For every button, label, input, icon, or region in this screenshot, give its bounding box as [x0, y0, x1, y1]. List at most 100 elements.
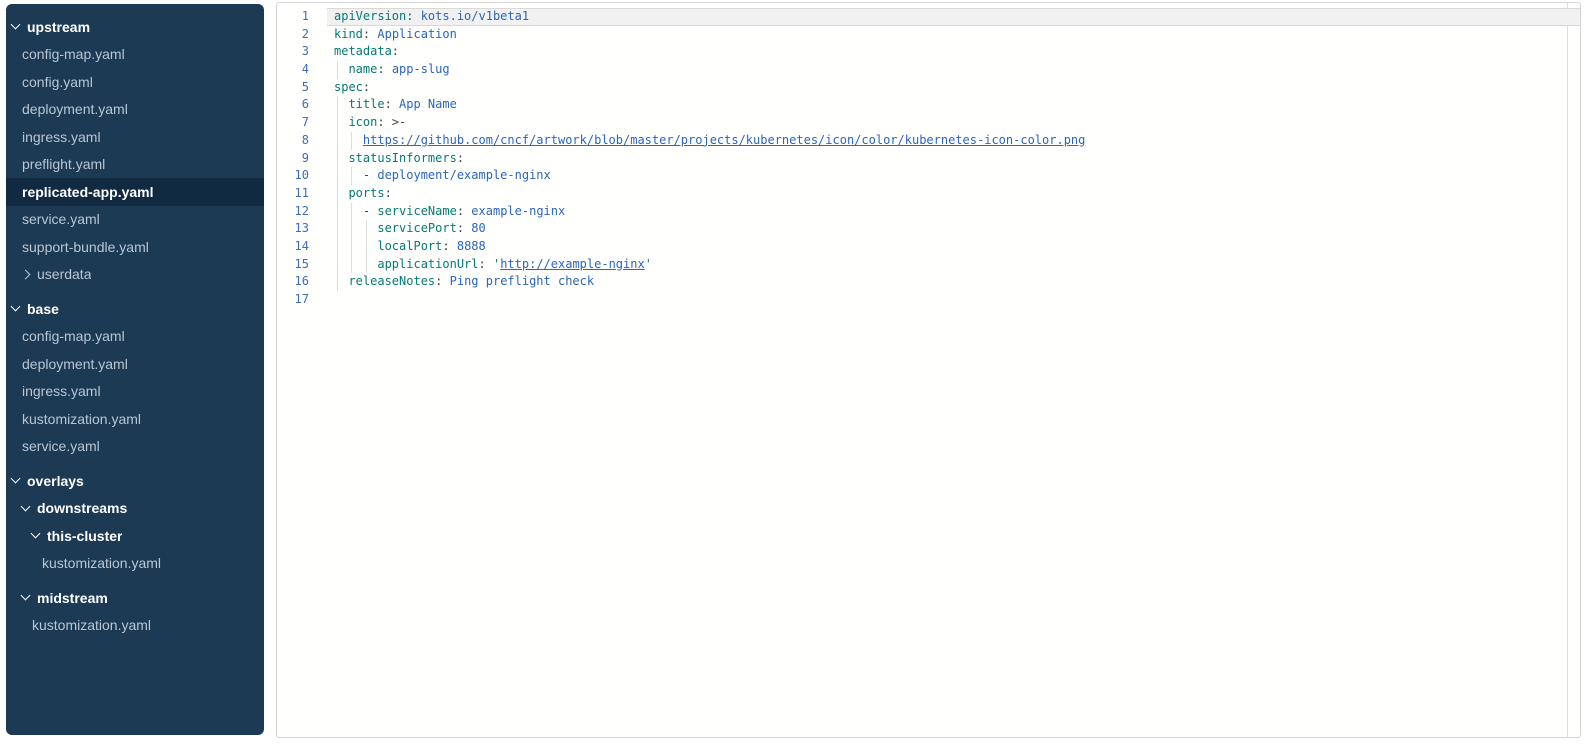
tree-file-kustomization.yaml[interactable]: kustomization.yaml — [6, 405, 264, 433]
chevron-down-icon — [21, 591, 31, 601]
indent-guide — [334, 238, 348, 256]
code-line-content[interactable]: statusInformers: — [327, 150, 1580, 168]
tree-folder-userdata[interactable]: userdata — [6, 261, 264, 289]
token-p: : — [363, 80, 370, 94]
token-key: applicationUrl — [377, 257, 478, 271]
indent-guide — [348, 203, 362, 221]
line-number: 14 — [277, 238, 327, 256]
line-number: 11 — [277, 185, 327, 203]
tree-file-config-map.yaml[interactable]: config-map.yaml — [6, 323, 264, 351]
code-line: 11ports: — [277, 185, 1580, 203]
token-p: - — [363, 204, 377, 218]
code-line-content[interactable]: servicePort: 80 — [327, 220, 1580, 238]
url-link[interactable]: https://github.com/cncf/artwork/blob/mas… — [363, 133, 1085, 147]
tree-item-label: downstreams — [37, 500, 127, 516]
tree-file-config-map.yaml[interactable]: config-map.yaml — [6, 41, 264, 69]
code-line-content[interactable] — [327, 291, 1580, 309]
token-key: title — [348, 97, 384, 111]
tree-folder-overlays[interactable]: overlays — [6, 467, 264, 495]
line-number: 7 — [277, 114, 327, 132]
tree-file-deployment.yaml[interactable]: deployment.yaml — [6, 96, 264, 124]
code-line-content[interactable]: localPort: 8888 — [327, 238, 1580, 256]
code-line-content[interactable]: name: app-slug — [327, 61, 1580, 79]
token-str: ' — [645, 257, 652, 271]
token-p: : — [442, 239, 449, 253]
token-key: ports — [348, 186, 384, 200]
tree-file-replicated-app.yaml[interactable]: replicated-app.yaml — [6, 178, 264, 206]
tree-item-label: support-bundle.yaml — [22, 239, 149, 255]
code-editor[interactable]: 1apiVersion: kots.io/v1beta12kind: Appli… — [276, 2, 1581, 738]
code-line-content[interactable]: apiVersion: kots.io/v1beta1 — [327, 8, 1580, 26]
code-lines: 1apiVersion: kots.io/v1beta12kind: Appli… — [277, 3, 1580, 309]
line-number: 10 — [277, 167, 327, 185]
token-p: : >- — [377, 115, 406, 129]
chevron-down-icon — [11, 302, 21, 312]
indent-guide — [334, 203, 348, 221]
tree-folder-downstreams[interactable]: downstreams — [6, 495, 264, 523]
code-line-content[interactable]: - serviceName: example-nginx — [327, 203, 1580, 221]
code-line-content[interactable]: - deployment/example-nginx — [327, 167, 1580, 185]
file-tree-list: upstreamconfig-map.yamlconfig.yamldeploy… — [6, 13, 264, 639]
indent-guide — [363, 220, 377, 238]
tree-folder-this-cluster[interactable]: this-cluster — [6, 522, 264, 550]
tree-item-label: base — [27, 301, 59, 317]
line-number: 17 — [277, 291, 327, 309]
tree-item-label: replicated-app.yaml — [22, 184, 154, 200]
tree-item-label: kustomization.yaml — [42, 555, 161, 571]
line-number: 15 — [277, 256, 327, 274]
token-key: statusInformers — [348, 151, 456, 165]
code-line-content[interactable]: spec: — [327, 79, 1580, 97]
tree-file-service.yaml[interactable]: service.yaml — [6, 206, 264, 234]
tree-file-ingress.yaml[interactable]: ingress.yaml — [6, 123, 264, 151]
tree-item-label: config.yaml — [22, 74, 93, 90]
tree-folder-midstream[interactable]: midstream — [6, 584, 264, 612]
code-line-content[interactable]: applicationUrl: 'http://example-nginx' — [327, 256, 1580, 274]
code-line-content[interactable]: https://github.com/cncf/artwork/blob/mas… — [327, 132, 1580, 150]
tree-item-label: service.yaml — [22, 438, 100, 454]
code-line-content[interactable]: releaseNotes: Ping preflight check — [327, 273, 1580, 291]
tree-file-preflight.yaml[interactable]: preflight.yaml — [6, 151, 264, 179]
code-line-content[interactable]: icon: >- — [327, 114, 1580, 132]
token-key: spec — [334, 80, 363, 94]
token-key: localPort — [377, 239, 442, 253]
token-p: : — [385, 97, 392, 111]
url-link[interactable]: http://example-nginx — [500, 257, 645, 271]
code-line-content[interactable]: metadata: — [327, 43, 1580, 61]
line-number: 2 — [277, 26, 327, 44]
code-line: 1apiVersion: kots.io/v1beta1 — [277, 8, 1580, 26]
token-val: deployment/example-nginx — [377, 168, 550, 182]
chevron-down-icon — [21, 501, 31, 511]
tree-folder-upstream[interactable]: upstream — [6, 13, 264, 41]
indent-guide — [334, 61, 348, 79]
token-key: name — [348, 62, 377, 76]
token-val: example-nginx — [464, 204, 565, 218]
line-number: 3 — [277, 43, 327, 61]
code-line: 7icon: >- — [277, 114, 1580, 132]
line-number: 5 — [277, 79, 327, 97]
code-line-content[interactable]: kind: Application — [327, 26, 1580, 44]
tree-file-kustomization.yaml[interactable]: kustomization.yaml — [6, 550, 264, 578]
code-line-content[interactable]: title: App Name — [327, 96, 1580, 114]
token-p: - — [363, 168, 377, 182]
token-p: : — [479, 257, 493, 271]
tree-file-config.yaml[interactable]: config.yaml — [6, 68, 264, 96]
tree-folder-base[interactable]: base — [6, 295, 264, 323]
tree-file-ingress.yaml[interactable]: ingress.yaml — [6, 378, 264, 406]
indent-guide — [363, 256, 377, 274]
token-key: icon — [348, 115, 377, 129]
indent-guide — [348, 256, 362, 274]
tree-file-support-bundle.yaml[interactable]: support-bundle.yaml — [6, 233, 264, 261]
token-p: : — [385, 186, 392, 200]
code-line-content[interactable]: ports: — [327, 185, 1580, 203]
token-val: app-slug — [385, 62, 450, 76]
chevron-down-icon — [11, 20, 21, 30]
tree-item-label: midstream — [37, 590, 108, 606]
tree-file-kustomization.yaml[interactable]: kustomization.yaml — [6, 612, 264, 640]
code-line: 2kind: Application — [277, 26, 1580, 44]
tree-file-service.yaml[interactable]: service.yaml — [6, 433, 264, 461]
chevron-right-icon — [21, 269, 31, 279]
line-number: 4 — [277, 61, 327, 79]
file-tree-sidebar: upstreamconfig-map.yamlconfig.yamldeploy… — [6, 4, 264, 735]
token-key: releaseNotes — [348, 274, 435, 288]
tree-file-deployment.yaml[interactable]: deployment.yaml — [6, 350, 264, 378]
